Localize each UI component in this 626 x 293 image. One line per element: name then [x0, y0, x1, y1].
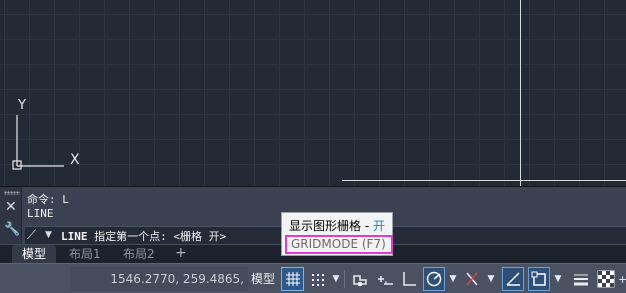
ortho-mode-button[interactable]: [398, 267, 420, 291]
isodraft-button[interactable]: [461, 267, 483, 291]
grip-dots-icon[interactable]: [4, 191, 20, 195]
divider: [344, 270, 345, 288]
chevron-down-icon[interactable]: ▼: [45, 230, 52, 240]
infer-constraints-icon: [353, 275, 367, 286]
crosshair-horizontal: [342, 180, 626, 181]
command-line-grip[interactable]: ✕ 🔧: [0, 187, 22, 245]
isodraft-icon: [466, 272, 478, 286]
ucs-icon: Y X: [12, 98, 80, 170]
command-line-icon[interactable]: ⟋: [27, 228, 36, 243]
snap-icon: [312, 274, 324, 286]
ortho-icon: [403, 272, 416, 286]
lineweight-icon: [574, 274, 588, 286]
tab-layout1[interactable]: 布局1: [59, 245, 111, 264]
status-bar: 1546.2770, 259.4865, 0.0000 模型 ▼: [0, 263, 626, 293]
tooltip-title: 显示图形栅格 - 开: [289, 217, 385, 234]
polar-tracking-button[interactable]: [423, 267, 445, 291]
command-history-line: LINE: [27, 207, 54, 220]
grid-icon: [286, 272, 300, 286]
add-layout-button[interactable]: +: [170, 245, 192, 264]
command-prompt: LINE 指定第一个点: <栅格 开>: [61, 230, 226, 243]
isodraft-chevron-down-icon[interactable]: ▼: [486, 267, 496, 291]
dynamic-input-icon: [378, 276, 393, 285]
tooltip-command: GRIDMODE (F7): [285, 235, 393, 254]
grid-tooltip: 显示图形栅格 - 开 GRIDMODE (F7): [281, 212, 393, 256]
tooltip-state: 开: [372, 219, 385, 233]
infer-constraints-button[interactable]: [349, 267, 371, 291]
tab-model[interactable]: 模型: [12, 245, 57, 264]
close-icon[interactable]: ✕: [5, 200, 17, 214]
snap-mode-button[interactable]: [307, 267, 329, 291]
polar-chevron-down-icon[interactable]: ▼: [448, 267, 458, 291]
transparency-button[interactable]: [595, 267, 617, 291]
wrench-icon[interactable]: 🔧: [4, 222, 20, 237]
ucs-y-label: Y: [17, 98, 26, 113]
snap-chevron-down-icon[interactable]: ▼: [331, 267, 341, 291]
object-snap-icon: [531, 271, 546, 286]
more-status-button[interactable]: +: [618, 267, 626, 291]
object-snap-tracking-icon: [506, 272, 520, 286]
object-snap-tracking-button[interactable]: [502, 267, 524, 291]
model-space-button[interactable]: 模型: [248, 267, 278, 291]
command-history-line: 命令: L: [27, 193, 69, 206]
object-snap-button[interactable]: [528, 267, 550, 291]
ucs-x-label: X: [70, 152, 80, 168]
grid-toggle-button[interactable]: [281, 267, 304, 291]
lineweight-button[interactable]: [570, 267, 592, 291]
tooltip-title-text: 显示图形栅格 -: [289, 219, 373, 233]
crosshair-vertical: [520, 0, 521, 186]
drawing-canvas[interactable]: Y X: [0, 0, 626, 186]
polar-tracking-icon: [426, 271, 442, 287]
command-prompt-text: 指定第一个点: <栅格 开>: [87, 230, 227, 243]
transparency-icon: [597, 270, 615, 288]
more-icon: +: [618, 273, 626, 286]
dynamic-input-button[interactable]: [374, 267, 396, 291]
tab-layout2[interactable]: 布局2: [113, 245, 165, 264]
command-name: LINE: [61, 230, 88, 243]
osnap-chevron-down-icon[interactable]: ▼: [553, 267, 563, 291]
coordinate-readout[interactable]: 1546.2770, 259.4865, 0.0000: [70, 267, 248, 291]
